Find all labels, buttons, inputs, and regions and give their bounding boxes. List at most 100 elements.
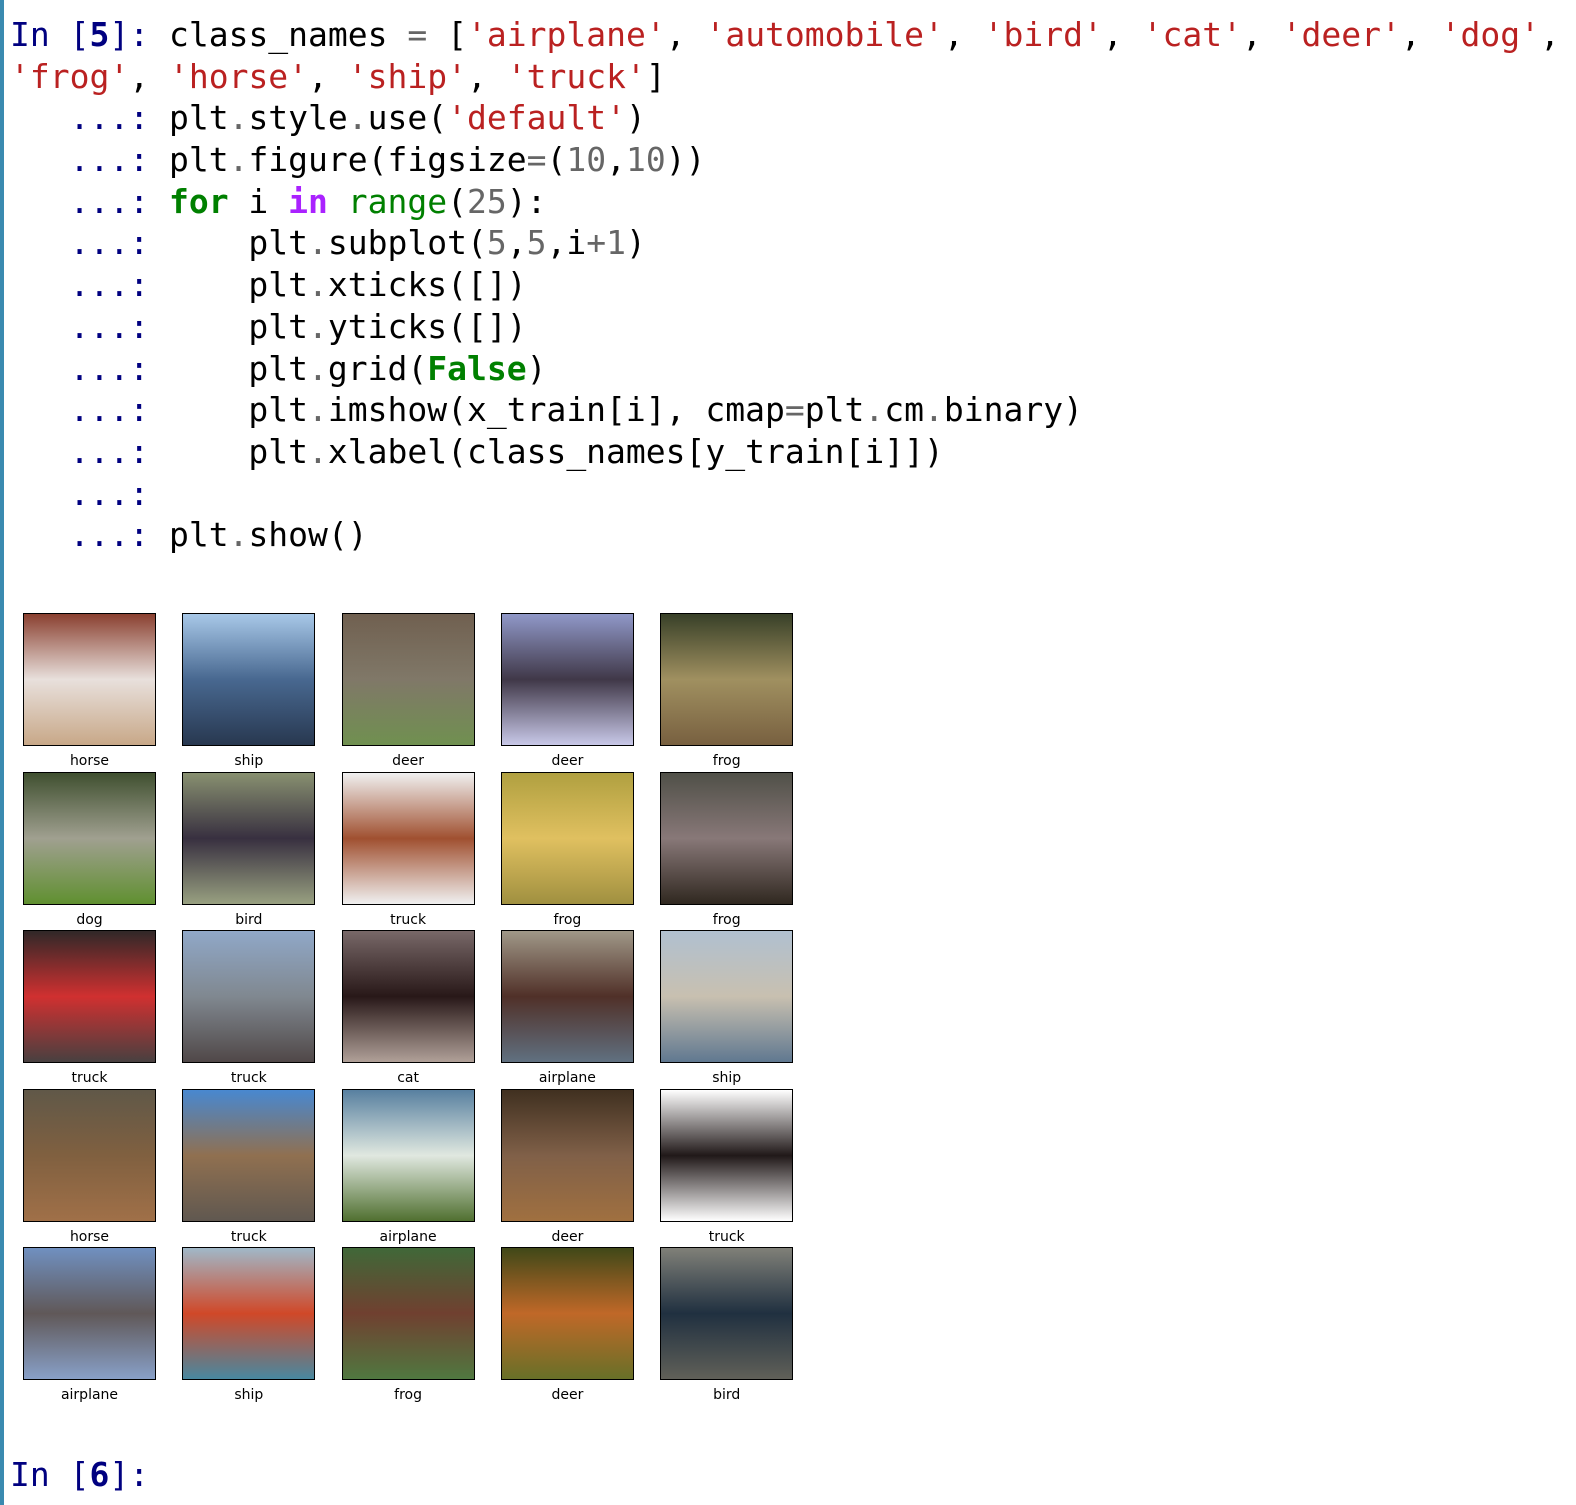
code-token: , [665,15,706,54]
code-token: ) [526,348,547,388]
subplot-image [341,613,475,746]
subplot: airplane [341,1088,475,1245]
code-token: . [923,390,944,430]
code-token: ) [625,98,646,138]
subplot: bird [660,1247,794,1403]
code-line: In [5]: class_names = ['airplane', 'auto… [10,14,1560,56]
code-token: . [308,431,328,471]
subplot-xlabel: airplane [60,1387,119,1403]
code-cell[interactable]: In [5]: class_names = ['airplane', 'auto… [10,14,1560,556]
subplot: horse [23,1088,156,1245]
cell-indicator-bar [0,0,4,1505]
code-token: , [308,56,348,96]
prompt-suffix: ]: [109,1455,169,1494]
code-token: plt [168,515,229,555]
subplot: dog [23,771,156,928]
code-token: . [308,348,328,388]
subplot-xlabel: deer [392,753,425,769]
code-line: ...: plt.style.use('default') [10,97,1560,139]
code-token: subplot( [327,223,487,263]
subplot-image [23,930,156,1063]
subplot-xlabel: deer [551,1228,584,1245]
code-token: 'dog' [1440,15,1540,54]
code-token: ] [645,56,666,96]
subplot-image [660,1247,794,1380]
code-token: ...: [10,98,169,138]
subplot: frog [500,771,634,928]
code-token: range [347,181,448,221]
code-token: 'airplane' [467,15,666,54]
subplot-xlabel: cat [397,1070,419,1086]
subplot-image [660,771,794,905]
code-line: ...: for i in range(25): [10,181,1560,223]
code-token: 1 [606,223,626,263]
subplot: truck [182,930,316,1086]
subplot: frog [660,771,794,928]
code-token: )) [665,140,706,180]
subplot-xlabel: bird [713,1387,741,1403]
subplot: bird [182,771,316,928]
next-input-prompt[interactable]: In [6]: [10,1455,169,1494]
subplot: deer [500,613,634,769]
subplot: ship [182,613,316,769]
prompt-number: 6 [89,1455,110,1494]
code-token: . [228,515,249,555]
code-token: ...: [10,515,169,555]
code-token: plt [248,390,309,430]
code-token: . [864,390,885,430]
code-token: plt [168,98,229,138]
subplot: deer [341,613,475,769]
subplot-image [500,1247,634,1380]
subplot-image [500,613,634,746]
subplot-xlabel: airplane [379,1228,437,1245]
subplot-image [660,613,794,746]
subplot-image [23,613,156,746]
subplot-image [182,771,316,905]
code-token: use( [367,98,448,138]
subplot: deer [500,1088,634,1245]
subplot-xlabel: truck [230,1070,267,1086]
code-token: ...: [10,181,169,221]
subplot: airplane [23,1247,156,1403]
subplot-xlabel: ship [234,753,264,769]
code-token: in [288,181,328,221]
code-token: ...: [10,390,249,430]
code-line: ...: plt.subplot(5,5,i+1) [10,222,1560,264]
code-token: In [ [10,15,90,54]
subplot-xlabel: horse [69,1228,110,1245]
subplot-image [341,771,475,905]
code-token: 25 [467,181,507,221]
subplot-xlabel: frog [712,911,741,928]
code-token: ( [546,140,567,180]
code-token: , [1241,15,1282,54]
code-token: . [308,390,328,430]
code-token: . [347,98,368,138]
code-token: , [506,223,527,263]
subplot-xlabel: ship [234,1387,264,1403]
subplot: horse [23,613,156,769]
subplot-xlabel: truck [390,911,427,928]
code-line: ...: plt.imshow(x_train[i], cmap=plt.cm.… [10,389,1560,431]
code-line: ...: plt.xlabel(class_names[y_train[i]]) [10,431,1560,473]
code-token: 'default' [447,98,626,138]
subplot: airplane [500,930,634,1086]
code-token: ( [447,181,468,221]
code-token: plt [248,265,309,305]
code-token: ) [625,223,646,263]
subplot: deer [500,1247,634,1403]
code-token: plt [248,431,309,471]
code-token: plt [168,140,229,180]
subplot-xlabel: horse [69,753,110,769]
subplot-image [341,1247,475,1380]
subplot-xlabel: frog [712,753,741,769]
code-token: 5 [89,15,110,54]
code-token: i [228,181,289,221]
code-token: binary) [943,390,1083,430]
code-token: = [407,15,428,54]
code-token: , [943,15,984,54]
code-token: 10 [566,140,607,180]
code-token: show() [248,515,368,555]
code-token: xticks([]) [327,265,527,305]
code-token: ...: [10,348,249,388]
